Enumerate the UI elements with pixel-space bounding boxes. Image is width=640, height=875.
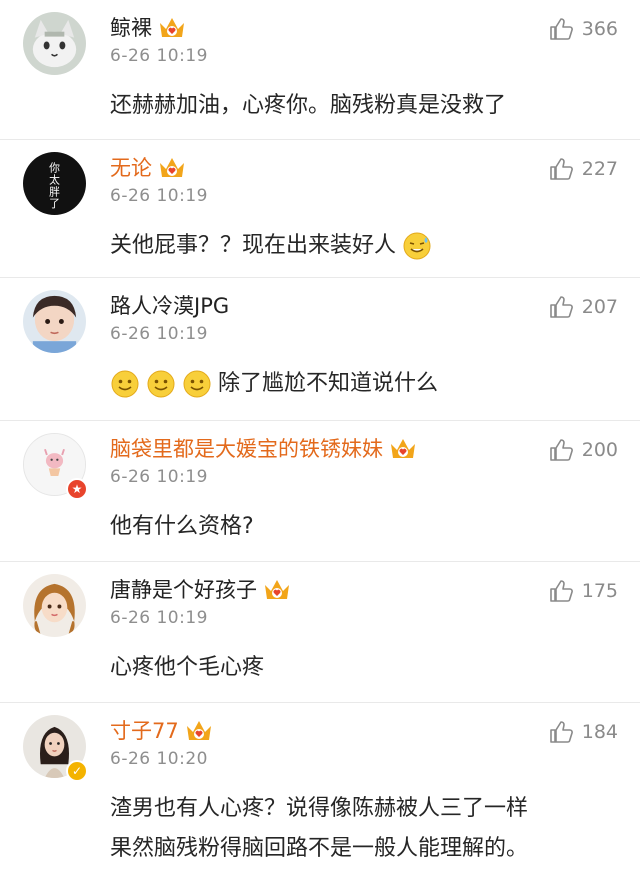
comment-text-line: 果然脑残粉得脑回路不是一般人能理解的。 [110, 836, 529, 861]
username[interactable]: 路人冷漠JPG [110, 292, 229, 320]
like-count: 175 [581, 580, 618, 602]
username[interactable]: 寸子77 [110, 717, 179, 745]
comment-text: 关他屁事？？现在出来装好人 [110, 233, 397, 258]
like-count: 207 [581, 296, 618, 318]
comment-text: 除了尴尬不知道说什么 [218, 371, 439, 396]
name-row: 脑袋里都是大媛宝的铁锈妹妹 [110, 435, 417, 463]
smile-emoji-icon [182, 369, 212, 399]
comment-item: ✓ 寸子77 6-26 10:20 184 渣男也有人心疼？说得像陈赫被人三了一… [0, 703, 640, 875]
crown-icon [160, 18, 184, 37]
name-row: 无论 [110, 154, 186, 182]
comment-text-row: 关他屁事？？现在出来装好人 [110, 226, 432, 266]
username[interactable]: 脑袋里都是大媛宝的铁锈妹妹 [110, 435, 383, 463]
thumbs-up-icon [549, 580, 573, 602]
like-button[interactable]: 200 [548, 437, 618, 463]
name-row: 寸子77 [110, 717, 213, 745]
child-photo-avatar-icon[interactable] [23, 290, 86, 353]
comment-text-line: 渣男也有人心疼？说得像陈赫被人三了一样 [110, 796, 529, 821]
thumbs-up-icon [549, 721, 573, 743]
timestamp: 6-26 10:19 [110, 608, 208, 628]
comment-item: 路人冷漠JPG 6-26 10:19 207 除了尴尬不知道说什么 [0, 278, 640, 421]
comment-text-row: 除了尴尬不知道说什么 [110, 364, 438, 404]
like-count: 184 [581, 721, 618, 743]
like-count: 366 [581, 18, 618, 40]
username[interactable]: 无论 [110, 154, 152, 182]
verified-badge-icon: ✓ [66, 760, 88, 782]
girl-illustration-avatar-icon[interactable] [23, 574, 86, 637]
thumbs-up-icon [549, 18, 573, 40]
username[interactable]: 鲸裸 [110, 14, 152, 42]
sweat-smile-emoji-icon [402, 231, 432, 261]
crown-icon [186, 721, 211, 740]
comment-item: 鲸裸 6-26 10:19 366 还赫赫加油，心疼你。脑残粉真是没救了 [0, 0, 640, 140]
calligraphy-avatar-icon[interactable]: 你 太 胖 了 [23, 152, 86, 215]
like-button[interactable]: 184 [548, 719, 618, 745]
timestamp: 6-26 10:19 [110, 186, 208, 206]
username[interactable]: 唐静是个好孩子 [110, 576, 257, 604]
smile-emoji-icon [146, 369, 176, 399]
crown-icon [391, 439, 415, 458]
name-row: 唐静是个好孩子 [110, 576, 291, 604]
comment-item: ★ 脑袋里都是大媛宝的铁锈妹妹 6-26 10:19 200 他有什么资格? [0, 421, 640, 562]
thumbs-up-icon [549, 296, 573, 318]
thumbs-up-icon [549, 439, 573, 461]
comment-text: 他有什么资格? [110, 514, 254, 539]
timestamp: 6-26 10:19 [110, 324, 208, 344]
crown-icon [265, 580, 289, 599]
comment-text: 渣男也有人心疼？说得像陈赫被人三了一样 果然脑残粉得脑回路不是一般人能理解的。 [110, 789, 528, 869]
name-row: 路人冷漠JPG [110, 292, 229, 320]
comment-item: 唐静是个好孩子 6-26 10:19 175 心疼他个毛心疼 [0, 562, 640, 703]
smile-emoji-icon [110, 369, 140, 399]
comment-item: 你 太 胖 了 无论 6-26 10:19 227 关他屁事？？现在出来装好人 [0, 140, 640, 278]
timestamp: 6-26 10:20 [110, 749, 208, 769]
timestamp: 6-26 10:19 [110, 467, 208, 487]
comment-list: 鲸裸 6-26 10:19 366 还赫赫加油，心疼你。脑残粉真是没救了 你 太… [0, 0, 640, 875]
like-button[interactable]: 175 [548, 578, 618, 604]
comment-text: 心疼他个毛心疼 [110, 655, 265, 680]
like-count: 200 [581, 439, 618, 461]
crown-icon [160, 158, 184, 177]
like-button[interactable]: 207 [548, 294, 618, 320]
like-count: 227 [581, 158, 618, 180]
timestamp: 6-26 10:19 [110, 46, 208, 66]
verified-badge-icon: ★ [66, 478, 88, 500]
cat-avatar-icon[interactable] [23, 12, 86, 75]
comment-text: 还赫赫加油，心疼你。脑残粉真是没救了 [110, 93, 507, 118]
name-row: 鲸裸 [110, 14, 186, 42]
avatar-char: 了 [49, 197, 60, 210]
like-button[interactable]: 227 [548, 156, 618, 182]
like-button[interactable]: 366 [548, 16, 618, 42]
thumbs-up-icon [549, 158, 573, 180]
